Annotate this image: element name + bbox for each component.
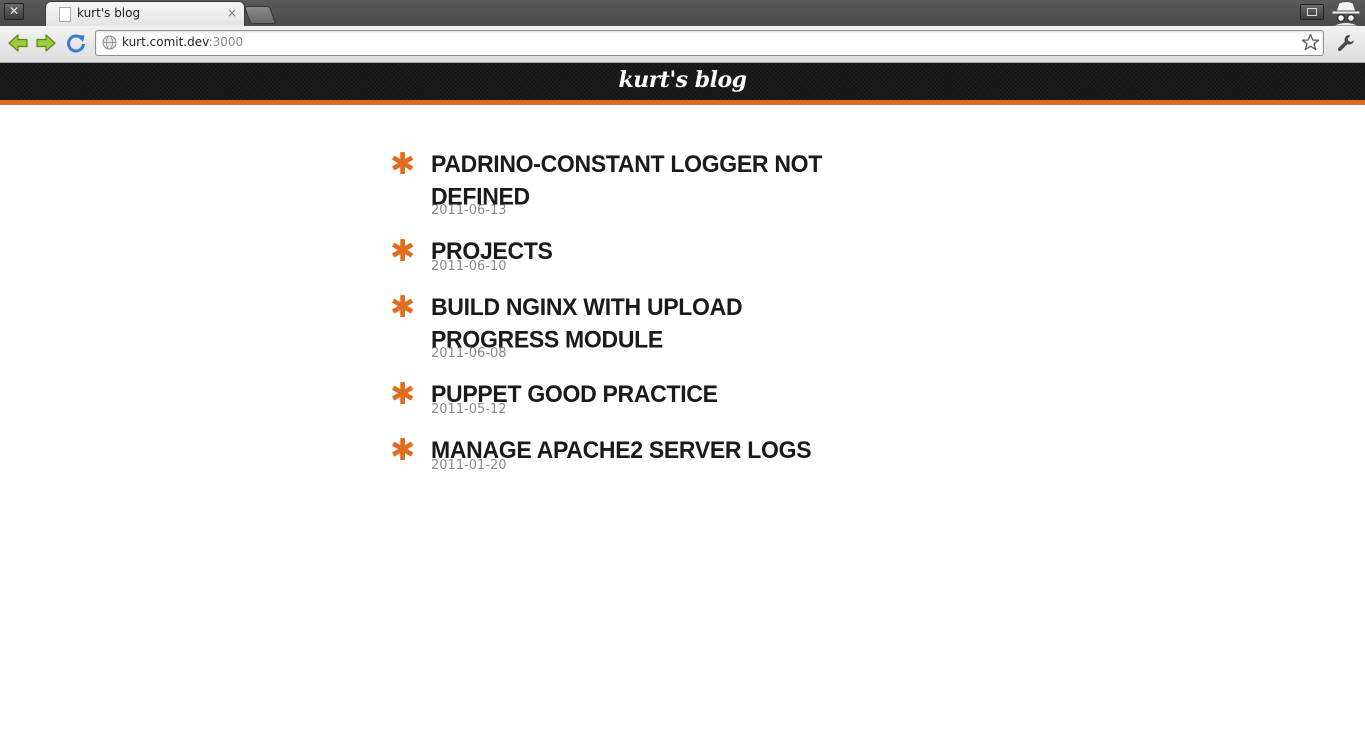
post-title-link[interactable]: PROJECTS	[431, 235, 888, 268]
wrench-icon[interactable]	[1336, 33, 1356, 53]
asterisk-icon: ✱	[390, 147, 416, 182]
asterisk-icon: ✱	[390, 290, 416, 325]
post-title-link[interactable]: MANAGE APACHE2 SERVER LOGS	[431, 434, 888, 467]
list-item: ✱ BUILD NGINX WITH UPLOAD PROGRESS MODUL…	[388, 291, 888, 361]
window-close-button[interactable]: ✕	[4, 3, 24, 20]
tab-title: kurt's blog	[77, 6, 141, 20]
tab-close-icon[interactable]: ×	[227, 6, 237, 20]
tab-strip: ✕ kurt's blog ×	[0, 0, 1365, 26]
list-item: ✱ MANAGE APACHE2 SERVER LOGS 2011-01-20	[388, 434, 888, 473]
page-icon	[59, 7, 71, 22]
post-title-link[interactable]: BUILD NGINX WITH UPLOAD PROGRESS MODULE	[431, 291, 851, 356]
asterisk-icon: ✱	[390, 377, 416, 412]
post-list: ✱ PADRINO-CONSTANT LOGGER NOT DEFINED 20…	[388, 148, 888, 490]
post-title-link[interactable]: PADRINO-CONSTANT LOGGER NOT DEFINED	[431, 148, 888, 213]
forward-arrow-icon[interactable]	[35, 32, 57, 54]
post-title-link[interactable]: PUPPET GOOD PRACTICE	[431, 378, 888, 411]
star-icon[interactable]	[1301, 33, 1320, 52]
site-header: kurt's blog	[0, 63, 1365, 100]
browser-tab[interactable]: kurt's blog ×	[46, 2, 244, 26]
window-restore-button[interactable]	[1300, 4, 1324, 20]
list-item: ✱ PROJECTS 2011-06-10	[388, 235, 888, 274]
url-host: kurt.comit.dev	[122, 35, 209, 49]
asterisk-icon: ✱	[390, 433, 416, 468]
list-item: ✱ PADRINO-CONSTANT LOGGER NOT DEFINED 20…	[388, 148, 888, 218]
globe-icon	[102, 35, 117, 50]
list-item: ✱ PUPPET GOOD PRACTICE 2011-05-12	[388, 378, 888, 417]
browser-toolbar: kurt.comit.dev:3000	[0, 26, 1365, 63]
header-accent-stripe	[0, 100, 1365, 105]
asterisk-icon: ✱	[390, 234, 416, 269]
url-port: :3000	[208, 35, 244, 49]
incognito-icon	[1331, 1, 1361, 26]
url-text: kurt.comit.dev:3000	[122, 35, 243, 49]
site-title[interactable]: kurt's blog	[618, 67, 747, 93]
address-bar[interactable]: kurt.comit.dev:3000	[95, 30, 1324, 56]
back-arrow-icon[interactable]	[7, 32, 29, 54]
new-tab-button[interactable]	[243, 6, 277, 24]
reload-icon[interactable]	[65, 32, 87, 54]
